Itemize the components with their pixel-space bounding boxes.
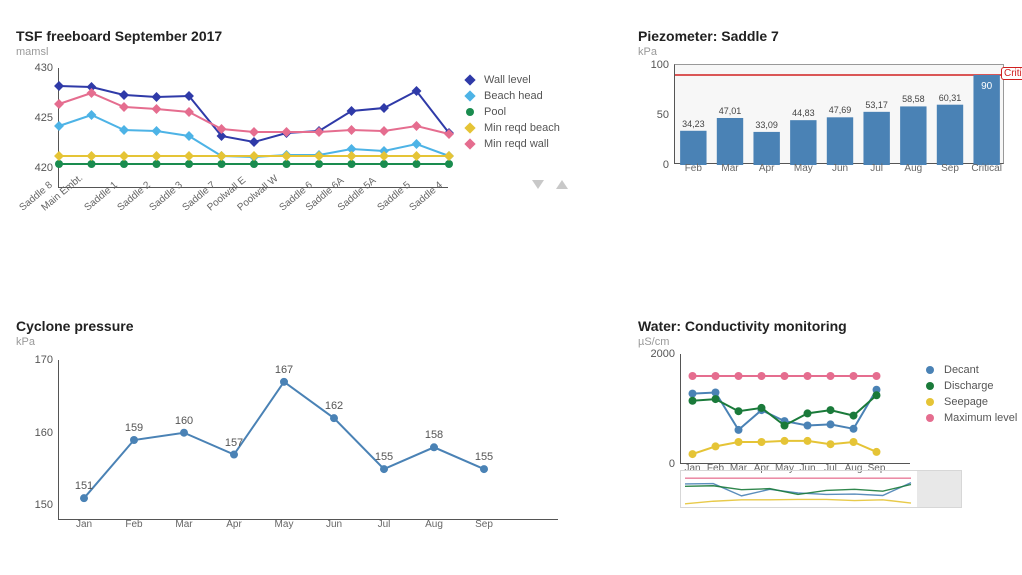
- chevron-down-icon[interactable]: [532, 180, 544, 189]
- bar-label: 44,83: [792, 108, 815, 120]
- x-tick: Jul: [369, 519, 399, 530]
- x-tick: Apr: [749, 163, 785, 174]
- legend-label: Maximum level: [944, 412, 1017, 424]
- x-tick: Jan: [69, 519, 99, 530]
- chevron-up-icon[interactable]: [556, 180, 568, 189]
- legend-label: Seepage: [944, 396, 988, 408]
- cyclone-unit: kPa: [16, 336, 592, 348]
- x-tick: Apr: [219, 519, 249, 530]
- point-label: 167: [275, 364, 293, 376]
- conduct-chart: Water: Conductivity monitoring µS/cm 020…: [622, 290, 1022, 570]
- cyclone-title: Cyclone pressure: [16, 318, 592, 334]
- legend-label: Discharge: [944, 380, 994, 392]
- point-label: 151: [75, 480, 93, 492]
- bar-label: 47,01: [719, 106, 742, 118]
- legend-pager[interactable]: [532, 180, 568, 189]
- x-tick: Mar: [169, 519, 199, 530]
- point-label: 155: [375, 451, 393, 463]
- x-tick: Critical: [969, 163, 1005, 174]
- diamond-icon: [462, 127, 478, 129]
- point-label: 155: [475, 451, 493, 463]
- legend-item: Pool: [462, 106, 560, 118]
- legend-label: Decant: [944, 364, 979, 376]
- y-tick: 0: [609, 159, 669, 171]
- bar-label: 47,69: [829, 105, 852, 117]
- legend-item: Min reqd beach: [462, 122, 560, 134]
- diamond-icon: [462, 95, 478, 97]
- bar-label: 58,58: [902, 94, 925, 106]
- circle-icon: [922, 401, 938, 403]
- x-tick: Sep: [469, 519, 499, 530]
- y-tick: 2000: [615, 348, 675, 360]
- refline-label: Critical (90): [1001, 67, 1022, 80]
- legend-label: Beach head: [484, 90, 543, 102]
- y-tick: 430: [0, 62, 53, 74]
- time-brush[interactable]: [680, 470, 962, 508]
- bar-label: 90: [981, 79, 992, 94]
- bar-label: 60,31: [939, 93, 962, 105]
- y-tick: 0: [615, 458, 675, 470]
- cyclone-chart: Cyclone pressure kPa 150 160 170 Jan Feb Mar A…: [0, 290, 600, 570]
- y-tick: 50: [609, 109, 669, 121]
- point-label: 162: [325, 400, 343, 412]
- legend-label: Wall level: [484, 74, 531, 86]
- x-tick: May: [785, 163, 821, 174]
- x-tick: Mar: [712, 163, 748, 174]
- legend-label: Pool: [484, 106, 506, 118]
- x-tick: Aug: [895, 163, 931, 174]
- conduct-title: Water: Conductivity monitoring: [638, 318, 1014, 334]
- freeboard-unit: mamsl: [16, 46, 592, 58]
- conduct-legend: Decant Discharge Seepage Maximum level: [922, 360, 1017, 428]
- freeboard-chart: TSF freeboard September 2017 mamsl 420 42…: [0, 0, 600, 290]
- conduct-unit: µS/cm: [638, 336, 1014, 348]
- circle-icon: [462, 111, 478, 113]
- legend-item: Seepage: [922, 396, 1017, 408]
- freeboard-title: TSF freeboard September 2017: [16, 28, 592, 44]
- diamond-icon: [462, 143, 478, 145]
- point-label: 160: [175, 415, 193, 427]
- legend-item: Discharge: [922, 380, 1017, 392]
- bar-label: 34,23: [682, 119, 705, 131]
- diamond-icon: [462, 79, 478, 81]
- piezo-chart: Piezometer: Saddle 7 kPa 050100Critical …: [622, 0, 1022, 290]
- x-tick: Jun: [319, 519, 349, 530]
- freeboard-legend: Wall level Beach head Pool Min reqd beach Mi…: [462, 70, 560, 154]
- bar-label: 33,09: [755, 120, 778, 132]
- legend-item: Maximum level: [922, 412, 1017, 424]
- y-tick: 170: [0, 354, 53, 366]
- x-tick: Sep: [932, 163, 968, 174]
- x-tick: Jul: [859, 163, 895, 174]
- y-tick: 425: [0, 112, 53, 124]
- circle-icon: [922, 385, 938, 387]
- y-tick: 100: [609, 59, 669, 71]
- y-tick: 150: [0, 499, 53, 511]
- circle-icon: [922, 369, 938, 371]
- y-tick: 160: [0, 427, 53, 439]
- legend-item: Wall level: [462, 74, 560, 86]
- bar-label: 53,17: [865, 100, 888, 112]
- piezo-unit: kPa: [638, 46, 1014, 58]
- legend-label: Min reqd wall: [484, 138, 549, 150]
- x-tick: May: [269, 519, 299, 530]
- x-tick: Jun: [822, 163, 858, 174]
- legend-item: Min reqd wall: [462, 138, 560, 150]
- point-label: 159: [125, 422, 143, 434]
- circle-icon: [922, 417, 938, 419]
- point-label: 157: [225, 437, 243, 449]
- legend-item: Decant: [922, 364, 1017, 376]
- piezo-title: Piezometer: Saddle 7: [638, 28, 1014, 44]
- legend-item: Beach head: [462, 90, 560, 102]
- legend-label: Min reqd beach: [484, 122, 560, 134]
- x-tick: Feb: [119, 519, 149, 530]
- point-label: 158: [425, 429, 443, 441]
- x-tick: Aug: [419, 519, 449, 530]
- y-tick: 420: [0, 162, 53, 174]
- x-tick: Feb: [675, 163, 711, 174]
